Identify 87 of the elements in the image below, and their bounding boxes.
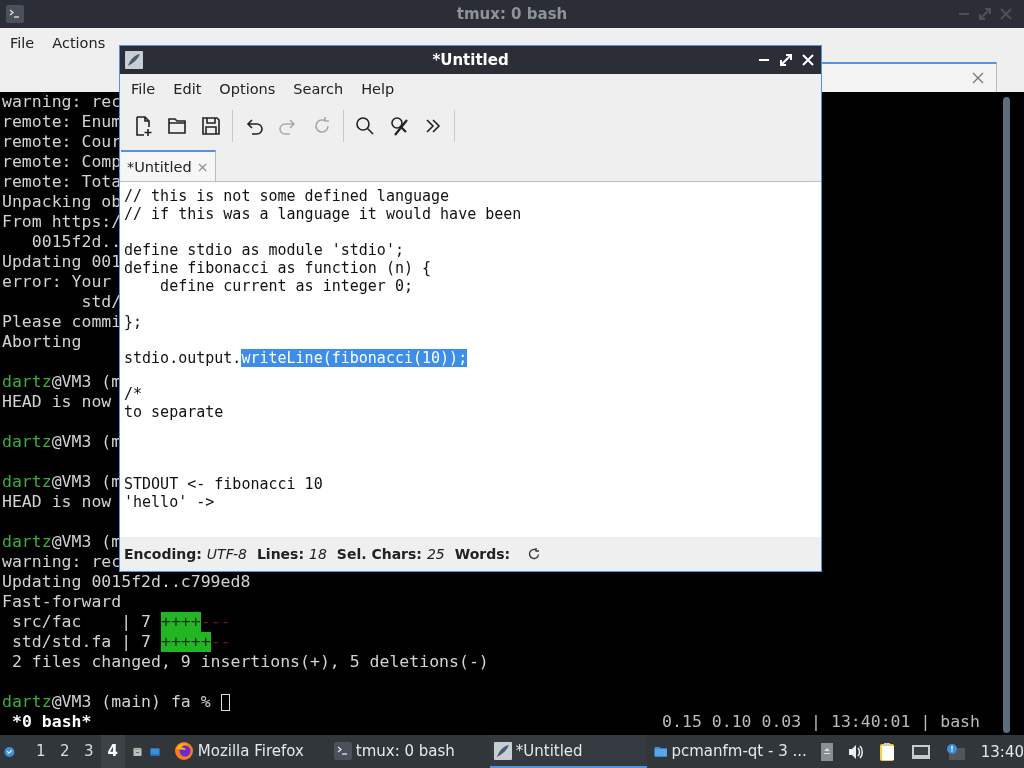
code-text: STDOUT <- fibonacci 10 xyxy=(124,475,323,493)
taskbar-button[interactable]: Mozilla Firefox xyxy=(169,735,327,768)
volume-icon[interactable] xyxy=(846,743,865,760)
terminal-text: Updating 0015f2d..c799ed8 xyxy=(2,572,251,592)
taskbar-button[interactable]: tmux: 0 bash xyxy=(329,735,487,768)
username-text: dartz xyxy=(2,432,52,452)
terminal-text: @VM3 (main) fa % xyxy=(51,692,212,712)
terminal-text: warning: rec xyxy=(2,552,122,572)
terminal-text: Updating 001 xyxy=(2,252,122,272)
search-pencil-icon[interactable] xyxy=(388,115,410,137)
deletions-text: -- xyxy=(210,632,231,652)
tmux-window-label: *0 bash* xyxy=(11,712,92,732)
menu-item[interactable]: Help xyxy=(361,81,395,97)
code-text: }; xyxy=(124,313,143,331)
text-cursor xyxy=(220,693,230,711)
eject-icon[interactable] xyxy=(820,742,833,761)
terminal-text: remote: Cour xyxy=(2,132,122,152)
workspace-button[interactable]: 4 xyxy=(100,735,125,768)
username-text: dartz xyxy=(2,692,52,712)
network-icon[interactable] xyxy=(910,743,931,760)
refresh-icon[interactable] xyxy=(527,547,542,561)
status-value: 25 xyxy=(426,546,445,562)
terminal-text: Fast-forward xyxy=(2,592,122,612)
status-label: Sel. Chars: xyxy=(336,546,422,562)
terminal-text: remote: Comp xyxy=(2,152,122,172)
workspace-button[interactable]: 1 xyxy=(28,735,53,768)
tmux-status-text: 0.15 0.10 0.03 | 13:40:01 | bash xyxy=(662,712,980,732)
workspace-button[interactable]: 3 xyxy=(76,735,101,768)
terminal-text: 2 files changed, 9 insertions(+), 5 deletions(-) xyxy=(10,652,489,672)
terminal-text: Please commi xyxy=(2,312,122,332)
menu-item[interactable]: File xyxy=(131,81,156,97)
menu-item[interactable]: Edit xyxy=(173,81,202,97)
insertions-text: +++++ xyxy=(160,632,211,652)
status-label: Encoding: xyxy=(124,546,202,562)
feather-icon xyxy=(493,741,512,760)
terminal-icon xyxy=(333,741,352,760)
status-label: Lines: xyxy=(256,546,305,562)
status-value: 18 xyxy=(309,546,327,562)
menu-item[interactable]: File xyxy=(10,35,35,51)
terminal-icon xyxy=(6,5,24,23)
terminal-text: src/fac | 7 xyxy=(10,612,152,632)
taskbar-button[interactable]: *Untitled xyxy=(489,735,647,768)
username-text: dartz xyxy=(2,372,52,392)
terminal-text: HEAD is now xyxy=(2,392,112,412)
menu-item[interactable]: Search xyxy=(293,81,344,97)
terminal-text: Aborting xyxy=(2,332,82,352)
save-icon[interactable] xyxy=(200,115,222,137)
document-tab[interactable]: *Untitled × xyxy=(121,150,216,181)
code-text: // this is not some defined language xyxy=(124,187,450,205)
deletions-text: --- xyxy=(200,612,231,632)
clipboard-icon[interactable] xyxy=(878,741,897,762)
terminal-text: From https:/ xyxy=(2,212,122,232)
terminal-text: warning: rec xyxy=(2,92,122,112)
status-value: UTF-8 xyxy=(206,546,247,562)
notification-icon[interactable] xyxy=(944,742,965,761)
folder-icon[interactable] xyxy=(166,115,188,137)
status-label: Words: xyxy=(454,546,511,562)
terminal-text: error: Your xyxy=(2,272,112,292)
code-text: define fibonacci as function (n) { xyxy=(124,259,432,277)
code-text: /* xyxy=(124,385,143,403)
clock[interactable]: 13:40 xyxy=(980,742,1024,761)
terminal-text: HEAD is now xyxy=(2,492,112,512)
code-text: define current as integer 0; xyxy=(159,277,413,295)
code-text: // if this was a language it would have been xyxy=(124,205,522,223)
terminal-tab[interactable] xyxy=(822,62,997,92)
code-text: stdio.output. xyxy=(124,349,242,367)
terminal-text: std/ xyxy=(80,292,122,312)
selected-text: writeLine(fibonacci(10)); xyxy=(241,349,468,367)
username-text: dartz xyxy=(2,532,52,552)
username-text: dartz xyxy=(2,472,52,492)
window-title: tmux: 0 bash xyxy=(456,5,568,23)
terminal-text: 0015f2d.. xyxy=(30,232,122,252)
feather-icon xyxy=(125,51,143,69)
menu-item[interactable]: Options xyxy=(219,81,276,97)
terminal-text: std/std.fa | 7 xyxy=(10,632,152,652)
search-icon[interactable] xyxy=(354,115,376,137)
code-text: to separate xyxy=(124,403,224,421)
workspace-button[interactable]: 2 xyxy=(52,735,77,768)
scrollbar[interactable] xyxy=(1003,97,1010,733)
code-text: 'hello' -> xyxy=(124,493,215,511)
globe-icon xyxy=(173,740,194,761)
taskbar-button[interactable]: pcmanfm-qt - 3 ... xyxy=(649,735,807,768)
code-text: define stdio as module 'stdio'; xyxy=(124,241,404,259)
window-title: *Untitled xyxy=(432,51,509,69)
menu-item[interactable]: Actions xyxy=(52,35,106,51)
text-editor[interactable] xyxy=(120,182,821,537)
insertions-text: ++++ xyxy=(160,612,201,632)
